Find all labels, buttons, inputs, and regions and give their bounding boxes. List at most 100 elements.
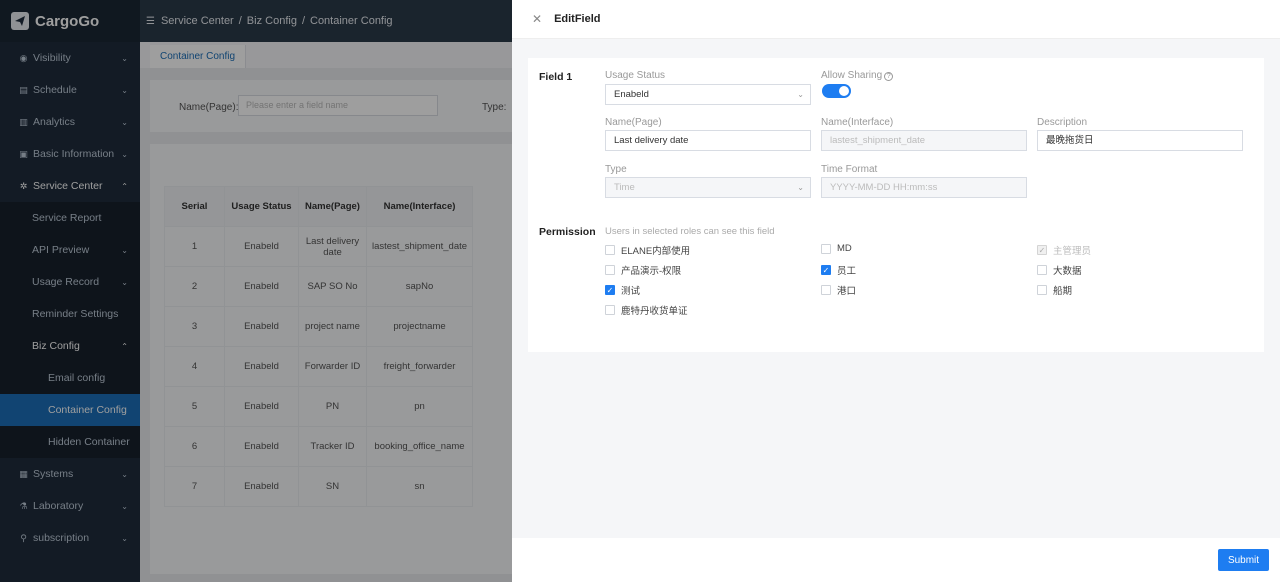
checkbox-unchecked-icon	[1037, 285, 1047, 295]
chevron-down-icon: ⌄	[121, 469, 128, 479]
table-cell: 3	[164, 306, 225, 347]
table-row[interactable]: 6 Enabeld Tracker ID booking_office_name	[164, 426, 473, 467]
close-icon[interactable]: ✕	[532, 12, 542, 26]
role-checkbox[interactable]: ✓ 测试	[605, 283, 640, 297]
biz-config-submenu: Email config Container Config Hidden Con…	[0, 362, 140, 458]
tab-container-config[interactable]: Container Config	[150, 45, 247, 68]
sidebar-item-label: Usage Record	[32, 276, 100, 288]
name-page-search-input[interactable]: Please enter a field name	[238, 95, 438, 116]
chevron-up-icon: ⌃	[121, 181, 128, 191]
chevron-down-icon: ⌄	[121, 53, 128, 63]
sidebar-item-laboratory[interactable]: ⚗ Laboratory ⌄	[0, 490, 140, 522]
checkbox-unchecked-icon	[605, 245, 615, 255]
checkbox-unchecked-icon	[1037, 265, 1047, 275]
breadcrumb-item[interactable]: Service Center	[161, 15, 234, 27]
table-cell: sapNo	[366, 266, 473, 307]
gear-icon: ✲	[19, 180, 28, 191]
type-value: Time	[614, 182, 635, 193]
breadcrumb-separator: /	[238, 15, 242, 27]
top-header: ☰ Service Center / Biz Config / Containe…	[140, 0, 512, 42]
help-icon[interactable]: ?	[884, 72, 894, 81]
table-row[interactable]: 2 Enabeld SAP SO No sapNo	[164, 266, 473, 307]
chevron-down-icon: ⌄	[797, 90, 804, 99]
table-cell: SN	[298, 466, 367, 507]
sidebar-item-label: Container Config	[48, 404, 127, 416]
checkbox-checked-icon: ✓	[1037, 245, 1047, 255]
allow-sharing-toggle[interactable]	[822, 84, 851, 98]
chevron-down-icon: ⌄	[121, 533, 128, 543]
role-checkbox[interactable]: 港口	[821, 283, 856, 297]
table-cell: pn	[366, 386, 473, 427]
menu-toggle-icon[interactable]: ☰	[146, 16, 155, 27]
sidebar-item-analytics[interactable]: ▥ Analytics ⌄	[0, 106, 140, 138]
sidebar-item-service-report[interactable]: Service Report	[0, 202, 140, 234]
table-row[interactable]: 3 Enabeld project name projectname	[164, 306, 473, 347]
sidebar-item-email-config[interactable]: Email config	[0, 362, 140, 394]
role-label: 员工	[837, 266, 857, 277]
sidebar-item-hidden-container[interactable]: Hidden Container	[0, 426, 140, 458]
table-row[interactable]: 1 Enabeld Last delivery date lastest_shipme…	[164, 226, 473, 267]
role-label: 大数据	[1053, 266, 1082, 277]
table-cell: 4	[164, 346, 225, 387]
sidebar-item-subscription[interactable]: ⚲ subscription ⌄	[0, 522, 140, 554]
role-checkbox[interactable]: 鹿特丹收货单证	[605, 303, 688, 317]
sidebar-item-biz-config[interactable]: Biz Config ⌃	[0, 330, 140, 362]
role-label: MD	[837, 243, 852, 254]
role-checkbox[interactable]: 大数据	[1037, 263, 1082, 277]
sidebar-item-service-center[interactable]: ✲ Service Center ⌃	[0, 170, 140, 202]
breadcrumb-item[interactable]: Biz Config	[247, 15, 297, 27]
eye-icon: ◉	[19, 52, 28, 63]
name-interface-input: lastest_shipment_date	[821, 130, 1027, 151]
sidebar-item-container-config[interactable]: Container Config	[0, 394, 140, 426]
role-checkbox[interactable]: 船期	[1037, 283, 1072, 297]
table-row[interactable]: 5 Enabeld PN pn	[164, 386, 473, 427]
allow-sharing-label: Allow Sharing?	[821, 70, 894, 81]
checkbox-unchecked-icon	[821, 285, 831, 295]
sidebar-item-usage-record[interactable]: Usage Record ⌄	[0, 266, 140, 298]
role-checkbox[interactable]: ✓ 员工	[821, 263, 856, 277]
sidebar-item-label: Schedule	[33, 84, 77, 96]
name-interface-label: Name(Interface)	[821, 117, 894, 128]
description-input[interactable]: 最晚拖货日	[1037, 130, 1243, 151]
usage-status-value: Enabeld	[614, 89, 649, 100]
name-page-input[interactable]: Last delivery date	[605, 130, 811, 151]
chevron-down-icon: ⌄	[121, 277, 128, 287]
role-checkbox[interactable]: MD	[821, 243, 852, 254]
table-cell: SAP SO No	[298, 266, 367, 307]
sidebar-item-reminder-settings[interactable]: Reminder Settings	[0, 298, 140, 330]
role-checkbox[interactable]: ELANE内部使用	[605, 243, 690, 257]
sidebar-item-api-preview[interactable]: API Preview ⌄	[0, 234, 140, 266]
table-row[interactable]: 7 Enabeld SN sn	[164, 466, 473, 507]
checkbox-unchecked-icon	[821, 243, 831, 254]
calendar-icon: ▤	[19, 84, 28, 95]
table-cell: projectname	[366, 306, 473, 347]
drawer-footer: Submit	[512, 538, 1280, 582]
sidebar-item-label: Hidden Container	[48, 436, 130, 448]
sidebar-item-systems[interactable]: ▦ Systems ⌄	[0, 458, 140, 490]
time-format-label: Time Format	[821, 164, 878, 175]
submit-button[interactable]: Submit	[1218, 549, 1269, 571]
sidebar-item-label: Service Center	[33, 180, 103, 192]
info-icon: ▣	[19, 148, 28, 159]
column-header: Usage Status	[224, 186, 299, 227]
app-name: CargoGo	[35, 12, 100, 30]
column-header: Name(Interface)	[366, 186, 473, 227]
logo[interactable]: CargoGo	[0, 0, 140, 42]
sidebar-item-basic-information[interactable]: ▣ Basic Information ⌄	[0, 138, 140, 170]
role-label: 主管理员	[1053, 246, 1092, 257]
table-row[interactable]: 4 Enabeld Forwarder ID freight_forwarder	[164, 346, 473, 387]
sidebar-item-schedule[interactable]: ▤ Schedule ⌄	[0, 74, 140, 106]
table-cell: Enabeld	[224, 226, 299, 267]
service-center-submenu: Service Report API Preview ⌄ Usage Recor…	[0, 202, 140, 458]
time-format-input[interactable]: YYYY-MM-DD HH:mm:ss	[821, 177, 1027, 198]
chevron-up-icon: ⌃	[121, 341, 128, 351]
usage-status-select[interactable]: Enabeld ⌄	[605, 84, 811, 105]
table-cell: 6	[164, 426, 225, 467]
table-cell: 2	[164, 266, 225, 307]
checkbox-checked-icon: ✓	[821, 265, 831, 275]
sidebar-item-label: Service Report	[32, 212, 102, 224]
sidebar-item-visibility[interactable]: ◉ Visibility ⌄	[0, 42, 140, 74]
breadcrumb-separator: /	[301, 15, 305, 27]
table-cell: project name	[298, 306, 367, 347]
role-checkbox[interactable]: 产品演示-权限	[605, 263, 681, 277]
